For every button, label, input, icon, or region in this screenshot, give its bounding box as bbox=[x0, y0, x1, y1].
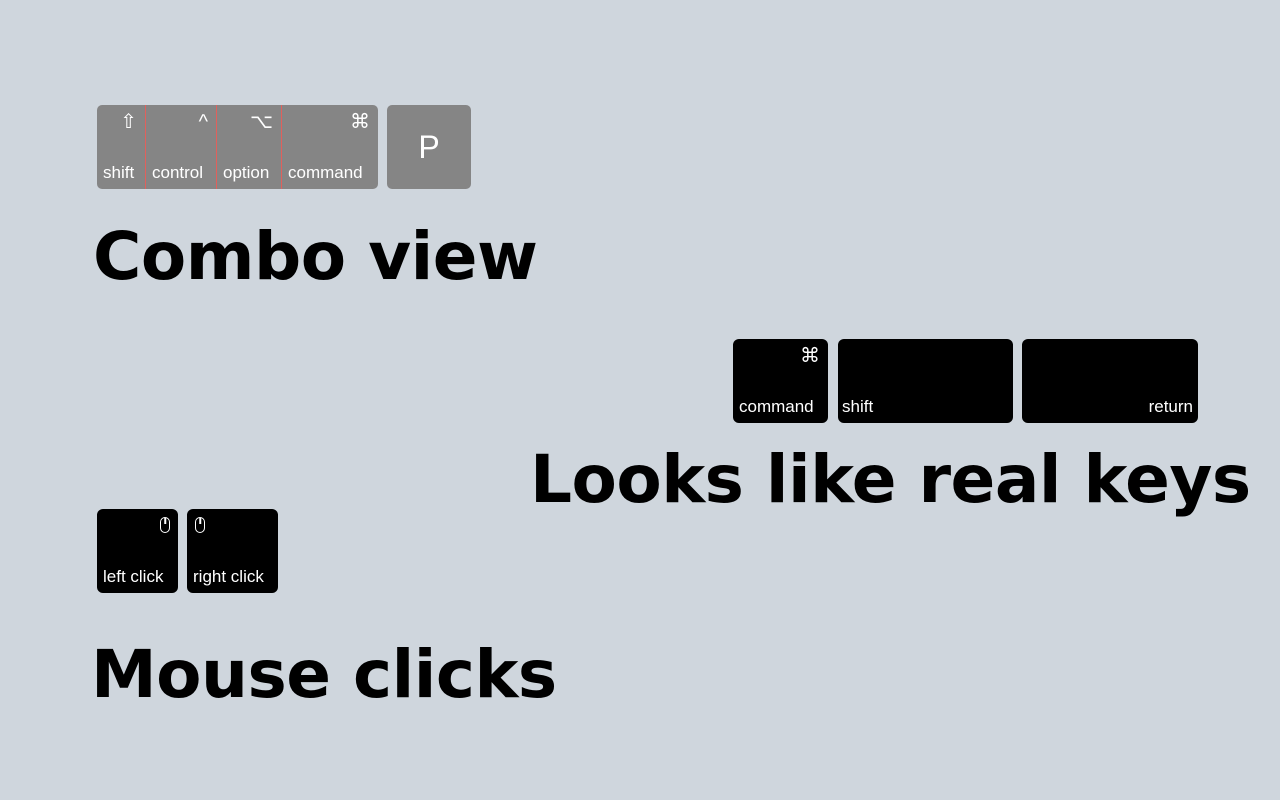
shift-key-label: shift bbox=[103, 163, 135, 182]
option-key-label: option bbox=[223, 163, 270, 182]
command-key: ⌘ command bbox=[281, 105, 378, 189]
control-key: ^ control bbox=[145, 105, 216, 189]
option-icon: ⌥ bbox=[249, 111, 273, 133]
command-icon: ⌘ bbox=[350, 111, 370, 133]
command-icon: ⌘ bbox=[800, 345, 820, 367]
mouse-icon bbox=[195, 513, 205, 540]
mouse-clicks-heading: Mouse clicks bbox=[91, 636, 557, 713]
p-key: P bbox=[387, 105, 471, 189]
left-click-label: left click bbox=[103, 567, 164, 586]
control-icon: ^ bbox=[198, 111, 208, 133]
return-key-label: return bbox=[1148, 397, 1193, 416]
command-key-label: command bbox=[288, 163, 363, 182]
combo-view-heading: Combo view bbox=[93, 218, 538, 295]
command-key-label: command bbox=[739, 397, 814, 416]
mouse-icon bbox=[160, 513, 170, 540]
command-key: ⌘ command bbox=[733, 339, 828, 423]
left-click-key: left click bbox=[97, 509, 178, 593]
modifier-key-cluster: ⇧ shift ^ control ⌥ option ⌘ command bbox=[97, 105, 378, 189]
shift-key: ⇧ shift bbox=[97, 105, 145, 189]
shift-icon: ⇧ bbox=[120, 111, 137, 133]
real-keys-heading: Looks like real keys bbox=[530, 441, 1251, 518]
control-key-label: control bbox=[152, 163, 204, 182]
right-click-label: right click bbox=[193, 567, 264, 586]
return-key: return bbox=[1022, 339, 1198, 423]
right-click-key: right click bbox=[187, 509, 278, 593]
option-key: ⌥ option bbox=[216, 105, 281, 189]
shift-key-label: shift bbox=[842, 397, 874, 416]
shift-key: shift bbox=[838, 339, 1013, 423]
